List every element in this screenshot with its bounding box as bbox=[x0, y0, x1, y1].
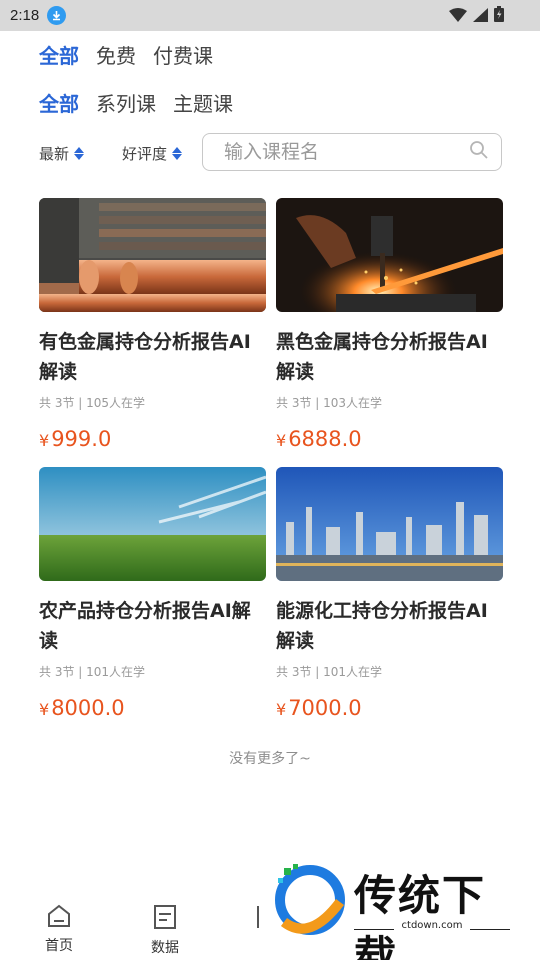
tab-free[interactable]: 免费 bbox=[96, 42, 136, 70]
status-bar: 2:18 bbox=[0, 0, 540, 31]
course-price: ¥ 999.0 bbox=[39, 427, 266, 451]
course-meta: 共 3节 | 101人在学 bbox=[276, 665, 383, 679]
watermark-logo bbox=[275, 864, 345, 935]
course-image-blacksmith-forge bbox=[276, 198, 503, 312]
signal-icon bbox=[473, 7, 488, 26]
course-card[interactable]: 农产品持仓分析报告AI解读 共 3节 | 101人在学 ¥ 8000.0 bbox=[39, 467, 266, 720]
sort-latest-button[interactable]: 最新 bbox=[39, 143, 85, 164]
price-value: 8000.0 bbox=[51, 696, 125, 720]
status-time: 2:18 bbox=[10, 7, 40, 24]
home-icon bbox=[46, 904, 72, 932]
course-card[interactable]: 有色金属持仓分析报告AI解读 共 3节 | 105人在学 ¥ 999.0 bbox=[39, 198, 266, 451]
course-title: 黑色金属持仓分析报告AI解读 bbox=[276, 331, 488, 383]
nav-home[interactable]: 首页 bbox=[34, 904, 84, 955]
nav-home-label: 首页 bbox=[45, 938, 73, 954]
course-title: 能源化工持仓分析报告AI解读 bbox=[276, 600, 488, 652]
course-price: ¥ 7000.0 bbox=[276, 696, 503, 720]
sort-rating-label: 好评度 bbox=[122, 145, 168, 163]
watermark: 传统下载 ctdown.com bbox=[270, 862, 520, 960]
battery-icon bbox=[494, 6, 504, 26]
currency-symbol: ¥ bbox=[276, 700, 287, 719]
search-box bbox=[202, 133, 502, 171]
sort-arrows-icon bbox=[172, 147, 183, 160]
course-card[interactable]: 黑色金属持仓分析报告AI解读 共 3节 | 103人在学 ¥ 6888.0 bbox=[276, 198, 503, 451]
course-price: ¥ 6888.0 bbox=[276, 427, 503, 451]
price-value: 7000.0 bbox=[288, 696, 362, 720]
course-title: 农产品持仓分析报告AI解读 bbox=[39, 600, 251, 652]
type-filter-tabs: 全部 系列课 主题课 bbox=[39, 90, 233, 118]
sort-rating-button[interactable]: 好评度 bbox=[122, 143, 183, 164]
tab-all-price[interactable]: 全部 bbox=[39, 42, 79, 70]
course-image-copper-rods bbox=[39, 198, 266, 312]
download-notification-icon bbox=[47, 6, 67, 25]
search-input[interactable] bbox=[224, 141, 469, 163]
nav-data[interactable]: 数据 bbox=[140, 904, 190, 957]
document-icon bbox=[153, 904, 177, 934]
currency-symbol: ¥ bbox=[39, 700, 50, 719]
price-value: 6888.0 bbox=[288, 427, 362, 451]
course-image-chemical-plant bbox=[276, 467, 503, 581]
watermark-title: 传统下载 bbox=[354, 871, 487, 960]
nav-partial-item[interactable] bbox=[252, 904, 264, 934]
course-price: ¥ 8000.0 bbox=[39, 696, 266, 720]
price-filter-tabs: 全部 免费 付费课 bbox=[39, 42, 213, 70]
list-end-text: 没有更多了~ bbox=[229, 751, 311, 767]
watermark-url: ctdown.com bbox=[401, 920, 463, 931]
price-value: 999.0 bbox=[51, 427, 112, 451]
partial-nav-icon bbox=[252, 904, 264, 934]
course-meta: 共 3节 | 105人在学 bbox=[39, 396, 146, 410]
sort-latest-label: 最新 bbox=[39, 145, 70, 163]
course-image-green-field bbox=[39, 467, 266, 581]
nav-data-label: 数据 bbox=[151, 940, 179, 956]
course-title: 有色金属持仓分析报告AI解读 bbox=[39, 331, 251, 383]
wifi-icon bbox=[449, 7, 467, 26]
sort-arrows-icon bbox=[74, 147, 85, 160]
currency-symbol: ¥ bbox=[39, 431, 50, 450]
tab-all-type[interactable]: 全部 bbox=[39, 90, 79, 118]
course-meta: 共 3节 | 101人在学 bbox=[39, 665, 146, 679]
tab-series[interactable]: 系列课 bbox=[96, 90, 156, 118]
course-card[interactable]: 能源化工持仓分析报告AI解读 共 3节 | 101人在学 ¥ 7000.0 bbox=[276, 467, 503, 720]
search-icon[interactable] bbox=[469, 140, 489, 164]
tab-topic[interactable]: 主题课 bbox=[173, 90, 233, 118]
course-meta: 共 3节 | 103人在学 bbox=[276, 396, 383, 410]
tab-paid[interactable]: 付费课 bbox=[153, 42, 213, 70]
currency-symbol: ¥ bbox=[276, 431, 287, 450]
